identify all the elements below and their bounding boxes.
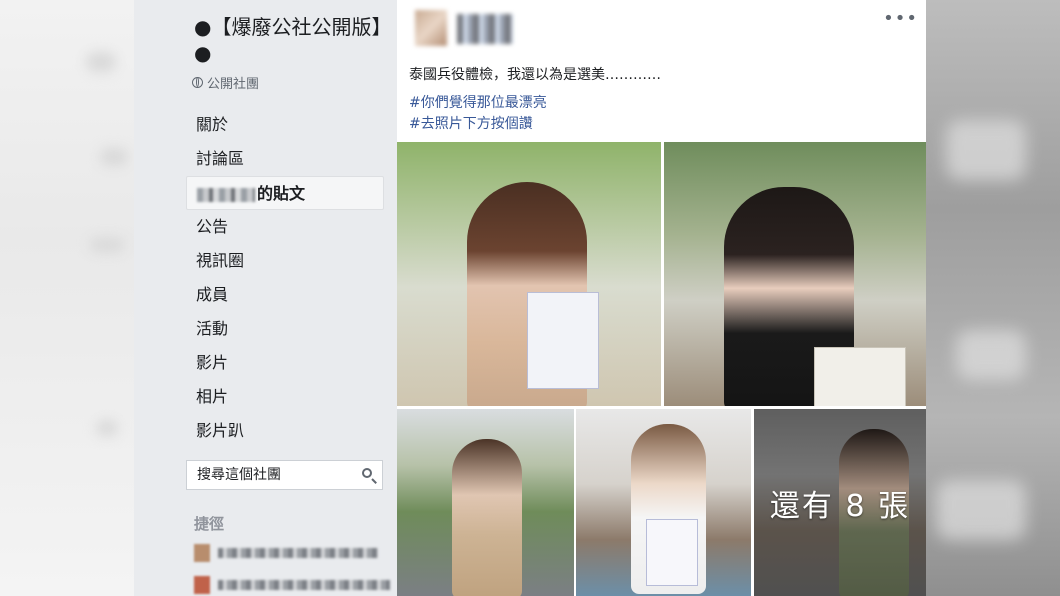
more-photos-overlay[interactable]: 還有 8 張 — [754, 409, 926, 596]
post-photo[interactable] — [576, 409, 751, 596]
nav-item-label: 關於 — [196, 115, 229, 134]
nav-item-videos[interactable]: 影片 — [186, 346, 384, 380]
nav-item-label: 活動 — [196, 319, 229, 338]
nav-item-announcements[interactable]: 公告 — [186, 210, 384, 244]
shortcut-item[interactable] — [194, 575, 390, 595]
nav-item-label: 討論區 — [196, 149, 245, 168]
nav-item-member-posts[interactable]: 的貼文 — [186, 176, 384, 210]
search-icon[interactable] — [362, 468, 372, 478]
nav-item-label: 影片趴 — [196, 421, 245, 440]
group-sidebar: ●【爆廢公社公開版】● 公開社團 關於 討論區 的貼文 公告 視訊圈 成員 活動… — [134, 0, 397, 596]
group-title[interactable]: ●【爆廢公社公開版】● — [194, 14, 384, 66]
shortcut-avatar — [194, 576, 210, 594]
nav-item-watch-party[interactable]: 影片趴 — [186, 414, 384, 448]
nav-item-label: 視訊圈 — [196, 251, 245, 270]
blurred-shortcut-name — [218, 548, 378, 558]
search-placeholder: 搜尋這個社團 — [197, 467, 281, 483]
group-nav-list: 關於 討論區 的貼文 公告 視訊圈 成員 活動 影片 相片 影片趴 — [186, 108, 384, 448]
blurred-author-name[interactable] — [457, 14, 513, 44]
shortcuts-heading: 捷徑 — [194, 515, 225, 533]
more-options-icon[interactable]: ••• — [883, 8, 918, 29]
post-text: 泰國兵役體檢，我還以為是選美………… — [409, 67, 661, 83]
shortcut-item[interactable] — [194, 543, 378, 563]
nav-item-video-chat[interactable]: 視訊圈 — [186, 244, 384, 278]
photo-subject — [452, 439, 522, 596]
post-card: ••• 泰國兵役體檢，我還以為是選美………… #你們覺得那位最漂亮 #去照片下方… — [397, 0, 926, 596]
hashtag-link[interactable]: #你們覺得那位最漂亮 — [409, 92, 547, 112]
post-photo[interactable] — [664, 142, 926, 406]
post-photo-more[interactable]: 還有 8 張 — [754, 409, 926, 596]
blurred-background-right — [926, 0, 1060, 596]
group-privacy-label: 公開社團 — [207, 77, 260, 92]
shortcut-avatar — [194, 544, 210, 562]
more-photos-label: 還有 8 張 — [769, 488, 911, 524]
blurred-background-left — [0, 0, 134, 596]
nav-item-photos[interactable]: 相片 — [186, 380, 384, 414]
group-privacy: 公開社團 — [192, 73, 259, 92]
nav-item-events[interactable]: 活動 — [186, 312, 384, 346]
nav-item-about[interactable]: 關於 — [186, 108, 384, 142]
globe-icon — [192, 77, 203, 88]
photo-document — [646, 519, 698, 586]
post-photo[interactable] — [397, 409, 574, 596]
nav-item-label: 成員 — [196, 285, 229, 304]
nav-item-discussion[interactable]: 討論區 — [186, 142, 384, 176]
post-photo[interactable] — [397, 142, 661, 406]
group-search-input[interactable]: 搜尋這個社團 — [186, 460, 383, 490]
photo-document — [814, 347, 906, 406]
hashtag-link[interactable]: #去照片下方按個讚 — [409, 113, 533, 133]
blurred-name — [197, 187, 255, 202]
blurred-shortcut-name — [218, 580, 390, 590]
author-avatar[interactable] — [415, 10, 447, 46]
photo-document — [527, 292, 599, 389]
nav-item-label: 影片 — [196, 353, 229, 372]
nav-item-label: 公告 — [196, 217, 229, 236]
nav-item-label: 的貼文 — [257, 184, 306, 203]
nav-item-label: 相片 — [196, 387, 229, 406]
nav-item-members[interactable]: 成員 — [186, 278, 384, 312]
